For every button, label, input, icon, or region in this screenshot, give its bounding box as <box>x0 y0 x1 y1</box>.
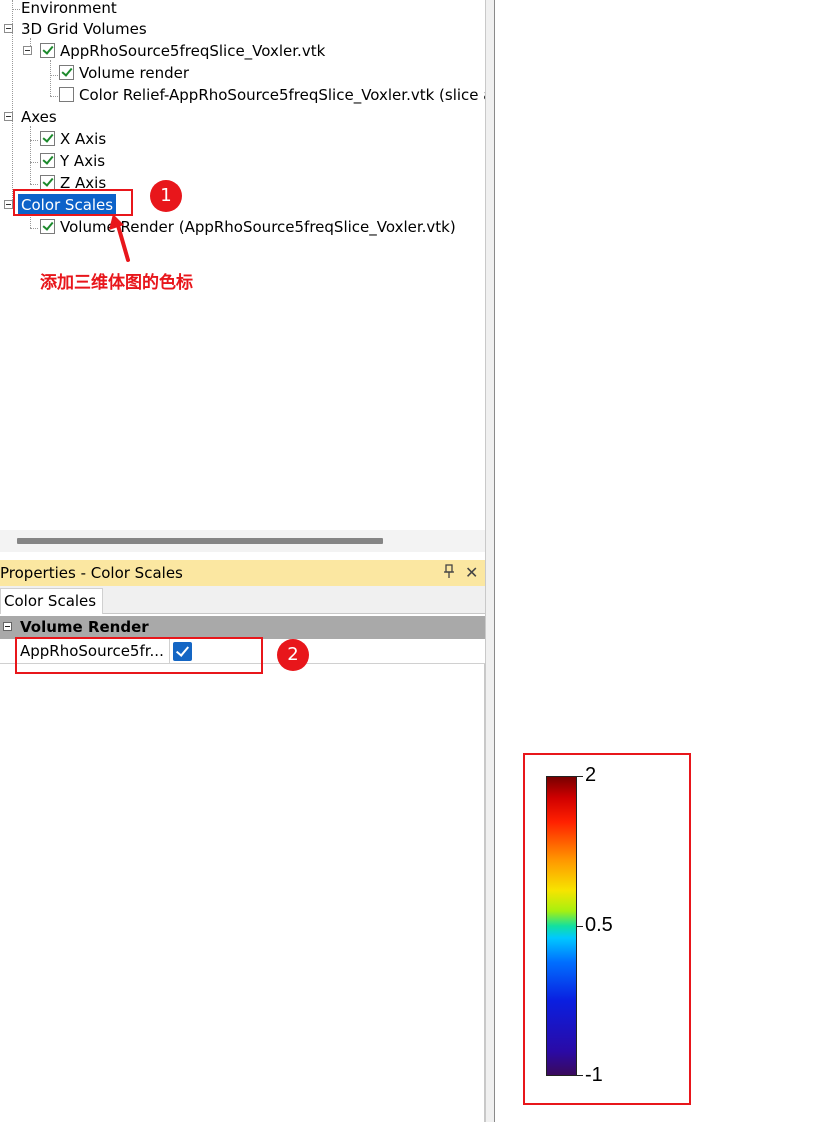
tree-item-volume-render-scale[interactable]: Volume Render (AppRhoSource5freqSlice_Vo… <box>0 216 480 238</box>
tree-item-color-relief[interactable]: Color Relief-AppRhoSource5freqSlice_Voxl… <box>0 84 485 106</box>
panel-splitter[interactable] <box>485 0 495 1122</box>
colorbar-min-label: -1 <box>585 1064 603 1086</box>
tree-item-label: Volume render <box>79 64 190 82</box>
collapse-icon[interactable] <box>4 24 13 33</box>
tree-item-label: Y Axis <box>60 152 106 170</box>
tab-color-scales[interactable]: Color Scales <box>0 588 104 614</box>
colorbar-mid-label: 0.5 <box>585 914 613 936</box>
tree-item-label: Environment <box>21 0 117 17</box>
arrow-icon <box>109 214 130 262</box>
visibility-checkbox[interactable] <box>40 219 55 234</box>
tree-item-environment[interactable]: Environment <box>0 0 400 19</box>
tree-item-axes[interactable]: Axes <box>0 106 400 128</box>
tree-item-label: AppRhoSource5freqSlice_Voxler.vtk <box>60 42 326 60</box>
visibility-checkbox[interactable] <box>40 175 55 190</box>
tree-item-label: 3D Grid Volumes <box>21 20 147 38</box>
tree-item-vtk-file[interactable]: AppRhoSource5freqSlice_Voxler.vtk <box>0 40 480 62</box>
tree-item-label: Axes <box>21 108 57 126</box>
tree-item-volume-render[interactable]: Volume render <box>0 62 480 84</box>
collapse-icon[interactable] <box>23 46 32 55</box>
property-category[interactable]: Volume Render <box>0 616 485 639</box>
highlight-box-property <box>15 637 263 674</box>
annotation-note: 添加三维体图的色标 <box>40 273 193 293</box>
scrollbar-thumb[interactable] <box>17 538 383 544</box>
visibility-checkbox[interactable] <box>40 153 55 168</box>
color-scale-bar[interactable] <box>546 776 577 1076</box>
tree-item-x-axis[interactable]: X Axis <box>0 128 400 150</box>
collapse-icon[interactable] <box>4 200 13 209</box>
visibility-checkbox[interactable] <box>59 87 74 102</box>
properties-panel-header: Properties - Color Scales ✕ <box>0 560 485 586</box>
tree-item-label: X Axis <box>60 130 107 148</box>
properties-title: Properties - Color Scales <box>0 564 183 582</box>
colorbar-tick <box>577 1075 583 1076</box>
visibility-checkbox[interactable] <box>59 65 74 80</box>
properties-tabbar: Color Scales <box>0 586 485 614</box>
collapse-icon[interactable] <box>3 622 12 631</box>
visibility-checkbox[interactable] <box>40 131 55 146</box>
step-badge-1: 1 <box>150 180 182 212</box>
properties-empty-area <box>0 664 485 1122</box>
horizontal-scrollbar[interactable] <box>0 530 485 552</box>
tree-item-3d-grid-volumes[interactable]: 3D Grid Volumes <box>0 18 400 40</box>
category-label: Volume Render <box>20 618 149 636</box>
colorbar-max-label: 2 <box>585 764 597 786</box>
close-icon[interactable]: ✕ <box>465 560 478 586</box>
visibility-checkbox[interactable] <box>40 43 55 58</box>
tree-item-label: Color Relief-AppRhoSource5freqSlice_Voxl… <box>79 86 485 104</box>
app-window: Environment 3D Grid Volumes AppRhoSource… <box>0 0 815 1122</box>
collapse-icon[interactable] <box>4 112 13 121</box>
step-badge-2: 2 <box>277 639 309 671</box>
tree-item-y-axis[interactable]: Y Axis <box>0 150 400 172</box>
colorbar-tick <box>577 776 583 777</box>
colorbar-tick <box>577 926 583 927</box>
